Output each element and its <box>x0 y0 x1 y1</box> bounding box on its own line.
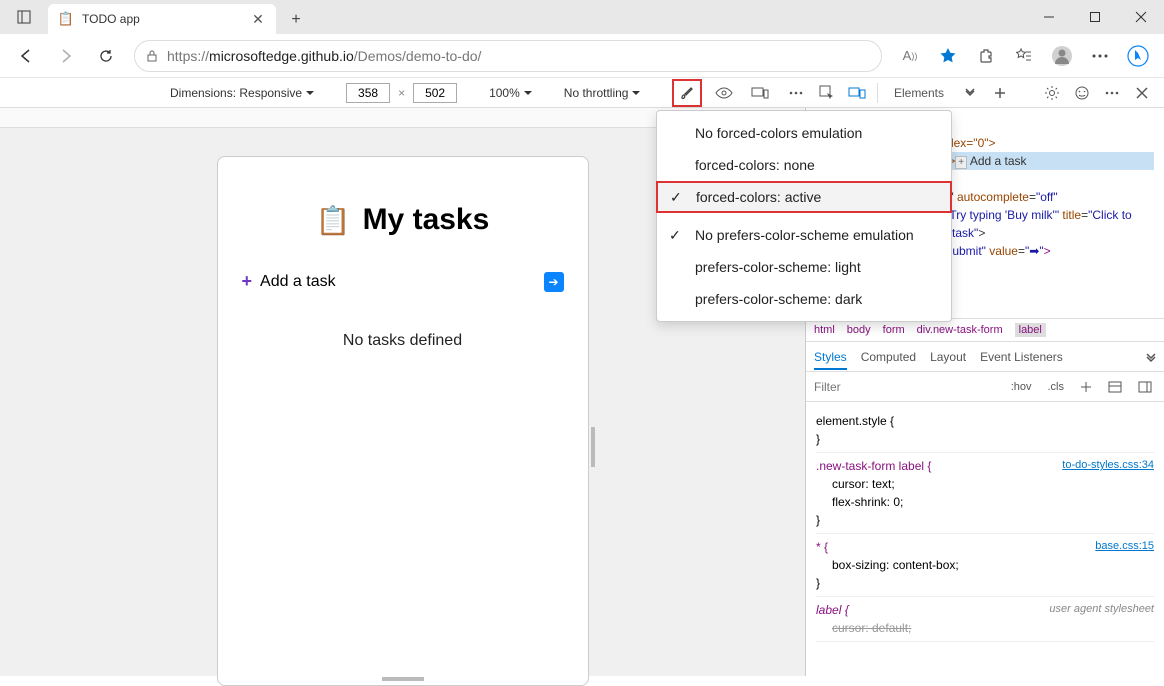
lock-icon <box>145 49 159 63</box>
inspect-icon <box>819 85 835 101</box>
tab-computed[interactable]: Computed <box>861 350 916 364</box>
throttling-dropdown[interactable]: No throttling <box>564 86 641 100</box>
rendering-emulation-dropdown: No forced-colors emulation forced-colors… <box>656 110 952 322</box>
cls-button[interactable]: .cls <box>1044 381 1069 393</box>
close-window-button[interactable] <box>1118 0 1164 34</box>
styles-pane[interactable]: element.style { } .new-task-form label {… <box>806 402 1164 676</box>
rule-source-ua: user agent stylesheet <box>1049 601 1154 619</box>
profile-icon[interactable] <box>1044 38 1080 74</box>
device-icon <box>848 86 866 100</box>
dd-prefers-dark[interactable]: prefers-color-scheme: dark <box>657 283 951 315</box>
url-text: https://microsoftedge.github.io/Demos/de… <box>167 48 481 64</box>
dd-forced-colors-none[interactable]: forced-colors: none <box>657 149 951 181</box>
styles-filter-row: :hov .cls <box>806 372 1164 402</box>
panel-toggle-icon[interactable] <box>1134 381 1156 393</box>
crumb-label[interactable]: label <box>1015 323 1046 337</box>
tab-actions-btn[interactable] <box>0 0 48 34</box>
new-rule-button[interactable] <box>1076 381 1096 393</box>
tab-event-listeners[interactable]: Event Listeners <box>980 350 1063 364</box>
feedback-icon[interactable] <box>1068 79 1096 107</box>
app-title-text: My tasks <box>363 203 490 237</box>
vision-deficiency-button[interactable] <box>710 79 738 107</box>
settings-icon[interactable] <box>1038 79 1066 107</box>
css-media-button[interactable] <box>746 79 774 107</box>
window-titlebar: 📋 TODO app ✕ + <box>0 0 1164 34</box>
more-tabs-icon[interactable] <box>956 79 984 107</box>
more-emulation-button[interactable] <box>782 79 810 107</box>
tab-favicon: 📋 <box>58 11 74 27</box>
chevron-down-icon <box>524 89 532 97</box>
add-task-row[interactable]: + Add a task ➔ <box>228 265 578 298</box>
element-style-selector: element.style { <box>816 412 1154 430</box>
reading-mode-icon[interactable]: A)) <box>892 38 928 74</box>
browser-tab[interactable]: 📋 TODO app ✕ <box>48 4 276 34</box>
maximize-button[interactable] <box>1072 0 1118 34</box>
dd-forced-colors-active[interactable]: ✓forced-colors: active <box>656 181 952 213</box>
dd-no-prefers-scheme[interactable]: ✓No prefers-color-scheme emulation <box>657 219 951 251</box>
add-task-label: Add a task <box>260 273 535 291</box>
tab-layout[interactable]: Layout <box>930 350 966 364</box>
no-tasks-text: No tasks defined <box>228 298 578 384</box>
add-tab-button[interactable] <box>986 79 1014 107</box>
zoom-dropdown[interactable]: 100% <box>489 86 532 100</box>
resize-handle-bottom[interactable] <box>382 677 424 681</box>
rule-selector: label { <box>816 601 849 619</box>
menu-icon[interactable] <box>1082 38 1118 74</box>
crumb-body[interactable]: body <box>847 324 871 336</box>
inspect-button[interactable] <box>813 79 841 107</box>
dimension-x: × <box>398 86 405 100</box>
dd-no-forced-colors[interactable]: No forced-colors emulation <box>657 117 951 149</box>
refresh-button[interactable] <box>88 38 124 74</box>
devices-icon <box>751 86 769 100</box>
height-input[interactable] <box>413 83 457 103</box>
eye-icon <box>715 86 733 100</box>
device-frame: 📋 My tasks + Add a task ➔ No tasks defin… <box>217 156 589 686</box>
more-subtabs-icon[interactable] <box>1146 352 1156 362</box>
favorite-icon[interactable] <box>930 38 966 74</box>
crumb-form[interactable]: form <box>883 324 905 336</box>
chevron-down-icon <box>306 89 314 97</box>
dimensions-dropdown[interactable]: Dimensions: Responsive <box>170 86 314 100</box>
filter-input[interactable] <box>814 380 999 394</box>
rule-selector: * { <box>816 538 828 556</box>
hov-button[interactable]: :hov <box>1007 381 1036 393</box>
tab-close-icon[interactable]: ✕ <box>250 11 266 27</box>
styles-subtabs: Styles Computed Layout Event Listeners <box>806 342 1164 372</box>
crumb-html[interactable]: html <box>814 324 835 336</box>
url-field[interactable]: https://microsoftedge.github.io/Demos/de… <box>134 40 882 72</box>
chevron-down-icon <box>632 89 640 97</box>
rendering-emulation-button[interactable] <box>672 79 702 107</box>
plus-icon: + <box>242 271 253 292</box>
rule-source-link[interactable]: base.css:15 <box>1095 538 1154 556</box>
elements-tab[interactable]: Elements <box>884 78 954 108</box>
new-tab-button[interactable]: + <box>282 6 310 34</box>
back-button[interactable] <box>8 38 44 74</box>
rule-selector: .new-task-form label { <box>816 457 931 475</box>
address-bar: https://microsoftedge.github.io/Demos/de… <box>0 34 1164 78</box>
extensions-icon[interactable] <box>968 38 1004 74</box>
tab-styles[interactable]: Styles <box>814 350 847 370</box>
brush-icon <box>679 85 695 101</box>
rule-source-link[interactable]: to-do-styles.css:34 <box>1062 457 1154 475</box>
width-input[interactable] <box>346 83 390 103</box>
tab-title: TODO app <box>82 12 242 26</box>
devtools-menu-icon[interactable] <box>1098 79 1126 107</box>
computed-toggle-icon[interactable] <box>1104 381 1126 393</box>
bing-icon[interactable] <box>1120 38 1156 74</box>
minimize-button[interactable] <box>1026 0 1072 34</box>
device-toolbar-button[interactable] <box>843 79 871 107</box>
check-icon: ✓ <box>669 227 681 244</box>
favorites-list-icon[interactable] <box>1006 38 1042 74</box>
crumb-div[interactable]: div.new-task-form <box>917 324 1003 336</box>
check-icon: ✓ <box>670 189 682 206</box>
close-devtools-button[interactable] <box>1128 79 1156 107</box>
resize-handle-right[interactable] <box>591 427 595 467</box>
forward-button <box>48 38 84 74</box>
app-title: 📋 My tasks <box>228 193 578 265</box>
clipboard-icon: 📋 <box>316 204 351 237</box>
dd-prefers-light[interactable]: prefers-color-scheme: light <box>657 251 951 283</box>
submit-icon[interactable]: ➔ <box>544 272 564 292</box>
devtools-toolbar: Dimensions: Responsive × 100% No throttl… <box>0 78 1164 108</box>
